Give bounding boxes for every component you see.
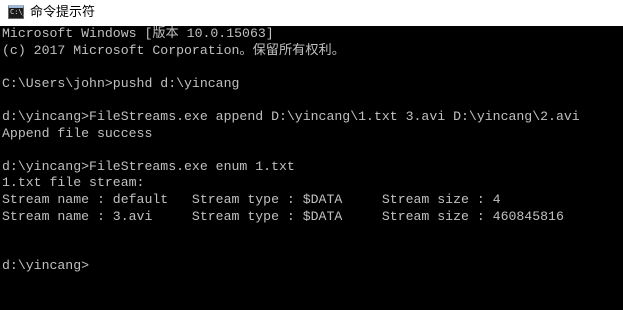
- console-line-copyright: (c) 2017 Microsoft Corporation。保留所有权利。: [2, 42, 345, 58]
- console-line-stream-default: Stream name : default Stream type : $DAT…: [2, 191, 501, 207]
- console-line-pushd-command: C:\Users\john>pushd d:\yincang: [2, 75, 240, 91]
- console-line-stream-header: 1.txt file stream:: [2, 175, 145, 191]
- console-prompt[interactable]: d:\yincang>: [2, 258, 623, 275]
- console-line-append-result: Append file success: [2, 125, 153, 141]
- cmd-icon[interactable]: C:\_: [8, 5, 27, 19]
- console-line-append-command: d:\yincang>FileStreams.exe append D:\yin…: [2, 108, 580, 124]
- console-line-enum-command: d:\yincang>FileStreams.exe enum 1.txt: [2, 158, 295, 174]
- window-title: 命令提示符: [30, 5, 96, 20]
- cmd-icon-glyph: C:\_: [10, 8, 27, 16]
- title-bar[interactable]: C:\_ 命令提示符: [0, 0, 623, 26]
- console-line-version: Microsoft Windows [版本 10.0.15063]: [2, 26, 274, 41]
- console-output[interactable]: Microsoft Windows [版本 10.0.15063] (c) 20…: [0, 26, 623, 310]
- console-line-stream-avi: Stream name : 3.avi Stream type : $DATA …: [2, 208, 564, 224]
- command-prompt-window: C:\_ 命令提示符 Microsoft Windows [版本 10.0.15…: [0, 0, 623, 310]
